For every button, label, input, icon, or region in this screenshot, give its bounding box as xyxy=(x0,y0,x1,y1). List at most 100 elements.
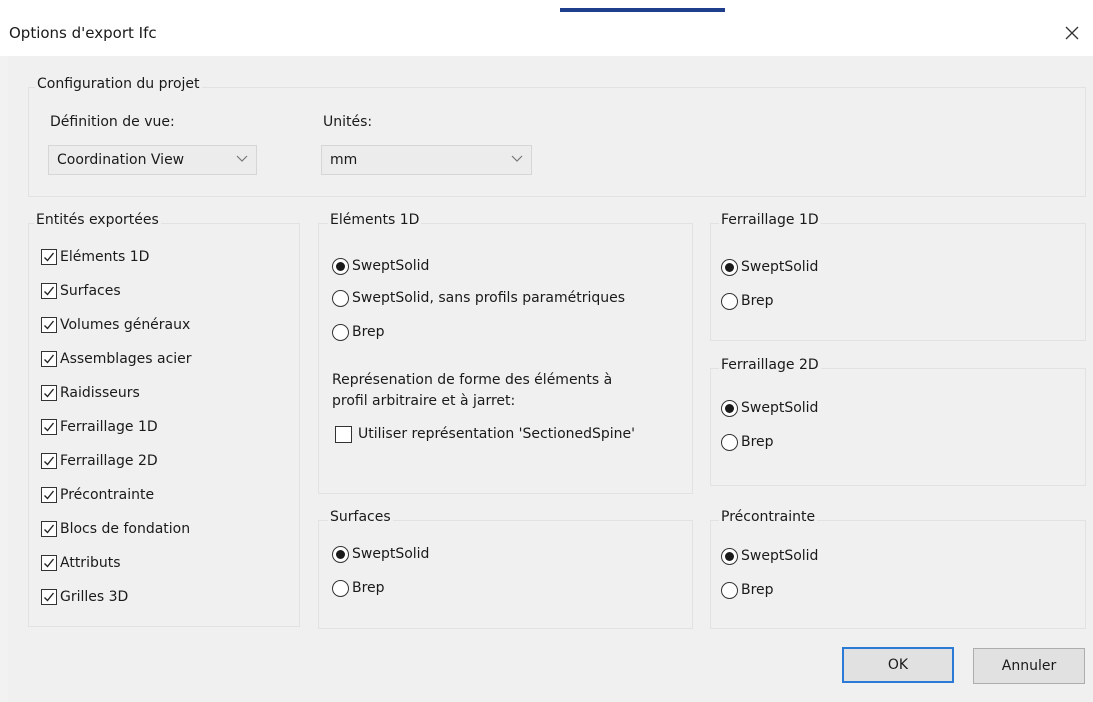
checkbox-box xyxy=(41,283,57,299)
checkbox-box xyxy=(41,555,57,571)
dialog-body: Configuration du projet Définition de vu… xyxy=(8,56,1093,702)
checkbox-box xyxy=(41,385,57,401)
entity-checkbox-label: Précontrainte xyxy=(60,487,155,503)
rebar-2d-label: Ferraillage 2D xyxy=(719,357,821,373)
surfaces-radio-label: SweptSolid xyxy=(352,546,430,562)
entity-checkbox[interactable]: Raidisseurs xyxy=(41,382,140,404)
project-config-group xyxy=(28,87,1086,197)
rebar-2d-radio-label: SweptSolid xyxy=(741,400,819,416)
entity-checkbox[interactable]: Assemblages acier xyxy=(41,348,192,370)
entity-checkbox[interactable]: Précontrainte xyxy=(41,484,154,506)
radio-circle xyxy=(721,547,738,565)
rebar-1d-group xyxy=(710,223,1086,341)
prestress-radio[interactable]: SweptSolid xyxy=(721,545,818,567)
entity-checkbox-label: Volumes généraux xyxy=(60,317,191,333)
entity-checkbox-label: Ferraillage 2D xyxy=(60,453,158,469)
surfaces-group xyxy=(318,520,693,629)
entity-checkbox[interactable]: Blocs de fondation xyxy=(41,518,190,540)
radio-circle xyxy=(721,433,738,451)
elements-1d-radio[interactable]: Brep xyxy=(332,321,385,343)
units-dropdown[interactable]: mm xyxy=(321,145,532,175)
chevron-down-icon xyxy=(511,155,523,162)
entity-checkbox-label: Blocs de fondation xyxy=(60,521,191,537)
elements-1d-radio[interactable]: SweptSolid, sans profils paramétriques xyxy=(332,287,625,309)
radio-circle xyxy=(721,258,738,276)
prestress-radio-label: Brep xyxy=(741,582,774,598)
prestress-radio[interactable]: Brep xyxy=(721,579,774,601)
radio-circle xyxy=(332,545,349,563)
entity-checkbox[interactable]: Surfaces xyxy=(41,280,121,302)
rebar-2d-group xyxy=(710,368,1086,486)
checkmark-icon xyxy=(44,422,55,432)
rebar-1d-radio-label: SweptSolid xyxy=(741,259,819,275)
checkbox-box xyxy=(41,521,57,537)
elements-1d-label: Eléments 1D xyxy=(328,212,422,228)
dialog-title: Options d'export Ifc xyxy=(9,24,157,42)
radio-selected-dot xyxy=(725,551,734,561)
radio-circle xyxy=(721,581,738,599)
checkbox-box xyxy=(41,487,57,503)
entity-checkbox-label: Surfaces xyxy=(60,283,121,299)
entity-checkbox-label: Attributs xyxy=(60,555,121,571)
elements-1d-radio-label: SweptSolid xyxy=(352,258,430,274)
entity-checkbox[interactable]: Grilles 3D xyxy=(41,586,128,608)
radio-selected-dot xyxy=(336,549,345,559)
checkmark-icon xyxy=(44,286,55,296)
ok-button[interactable]: OK xyxy=(842,647,954,683)
entity-checkbox-label: Grilles 3D xyxy=(60,589,129,605)
entity-checkbox-label: Ferraillage 1D xyxy=(60,419,158,435)
view-definition-label: Définition de vue: xyxy=(50,114,175,130)
prestress-label: Précontrainte xyxy=(719,509,818,525)
radio-selected-dot xyxy=(725,403,734,413)
entity-checkbox[interactable]: Ferraillage 2D xyxy=(41,450,158,472)
rebar-2d-radio[interactable]: Brep xyxy=(721,431,774,453)
radio-circle xyxy=(332,289,349,307)
checkmark-icon xyxy=(44,320,55,330)
sectioned-spine-label: Utiliser représentation 'SectionedSpine' xyxy=(358,426,636,442)
shape-representation-text-1: Représenation de forme des éléments à xyxy=(332,372,613,388)
units-value: mm xyxy=(330,152,358,168)
checkbox-box xyxy=(41,317,57,333)
entity-checkbox[interactable]: Volumes généraux xyxy=(41,314,190,336)
rebar-1d-radio[interactable]: SweptSolid xyxy=(721,256,818,278)
rebar-2d-radio[interactable]: SweptSolid xyxy=(721,397,818,419)
radio-circle xyxy=(332,323,349,341)
background-window-accent xyxy=(560,8,725,12)
view-definition-value: Coordination View xyxy=(57,152,185,168)
units-label: Unités: xyxy=(323,114,373,130)
title-bar: Options d'export Ifc xyxy=(0,14,1093,56)
entity-checkbox[interactable]: Attributs xyxy=(41,552,121,574)
checkmark-icon xyxy=(44,252,55,262)
entity-checkbox[interactable]: Ferraillage 1D xyxy=(41,416,158,438)
project-config-label: Configuration du projet xyxy=(35,76,202,92)
radio-circle xyxy=(721,399,738,417)
cancel-button[interactable]: Annuler xyxy=(973,648,1085,684)
checkmark-icon xyxy=(44,354,55,364)
view-definition-dropdown[interactable]: Coordination View xyxy=(48,145,257,175)
elements-1d-radio-label: SweptSolid, sans profils paramétriques xyxy=(352,290,626,306)
elements-1d-radio[interactable]: SweptSolid xyxy=(332,255,429,277)
checkmark-icon xyxy=(44,592,55,602)
surfaces-label: Surfaces xyxy=(328,509,393,525)
radio-circle xyxy=(332,579,349,597)
checkbox-box xyxy=(335,425,352,443)
surfaces-radio[interactable]: SweptSolid xyxy=(332,543,429,565)
radio-circle xyxy=(332,257,349,275)
prestress-group xyxy=(710,520,1086,629)
rebar-1d-radio[interactable]: Brep xyxy=(721,290,774,312)
checkmark-icon xyxy=(44,490,55,500)
checkmark-icon xyxy=(44,524,55,534)
checkmark-icon xyxy=(44,388,55,398)
sectioned-spine-checkbox[interactable]: Utiliser représentation 'SectionedSpine' xyxy=(335,423,635,445)
checkbox-box xyxy=(41,453,57,469)
rebar-1d-radio-label: Brep xyxy=(741,293,774,309)
entity-checkbox[interactable]: Eléments 1D xyxy=(41,246,149,268)
checkbox-box xyxy=(41,351,57,367)
surfaces-radio[interactable]: Brep xyxy=(332,577,385,599)
checkmark-icon xyxy=(44,456,55,466)
entity-checkbox-label: Eléments 1D xyxy=(60,249,150,265)
checkmark-icon xyxy=(44,558,55,568)
close-button[interactable] xyxy=(1055,16,1089,50)
rebar-1d-label: Ferraillage 1D xyxy=(719,212,821,228)
radio-selected-dot xyxy=(725,262,734,272)
